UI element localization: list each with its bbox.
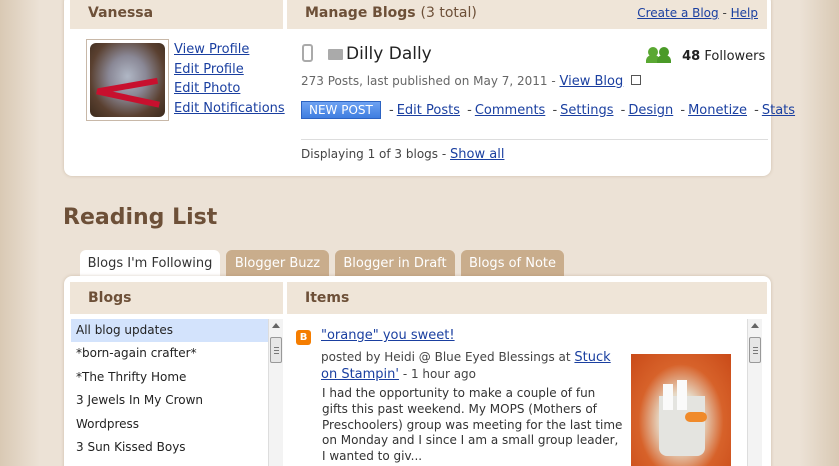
blog-meta: 273 Posts, last published on May 7, 2011… xyxy=(301,74,642,89)
tab-blogger-in-draft[interactable]: Blogger in Draft xyxy=(335,250,455,277)
edit-photo-link[interactable]: Edit Photo xyxy=(174,79,285,99)
external-link-icon[interactable] xyxy=(631,75,642,85)
blogs-column-header: Blogs xyxy=(70,282,283,314)
header-link-separator: - xyxy=(722,6,727,20)
blogs-column-title: Blogs xyxy=(88,290,132,306)
manage-blogs-title: Manage Blogs xyxy=(305,5,416,21)
profile-header: Vanessa xyxy=(70,0,283,29)
followers[interactable]: 48 Followers xyxy=(646,47,766,64)
comments-link[interactable]: Comments xyxy=(475,103,545,118)
tab-blogger-buzz[interactable]: Blogger Buzz xyxy=(226,250,329,277)
edit-profile-link[interactable]: Edit Profile xyxy=(174,60,285,80)
create-blog-link[interactable]: Create a Blog xyxy=(637,6,718,20)
scroll-thumb[interactable] xyxy=(270,337,282,363)
show-all-link[interactable]: Show all xyxy=(450,147,504,162)
monetize-link[interactable]: Monetize xyxy=(688,103,747,118)
followed-blogs-list: All blog updates *born-again crafter* *T… xyxy=(71,319,268,459)
blog-count: (3 total) xyxy=(420,5,477,21)
header-links: Create a Blog - Help xyxy=(637,6,758,20)
edit-notifications-link[interactable]: Edit Notifications xyxy=(174,99,285,119)
followers-label: Followers xyxy=(704,49,766,64)
item-title-link[interactable]: "orange" you sweet! xyxy=(321,328,455,343)
list-item[interactable]: 3 Jewels In My Crown xyxy=(71,389,268,412)
displaying-text: Displaying 1 of 3 blogs - xyxy=(301,147,447,161)
mail-icon[interactable] xyxy=(328,49,343,60)
mobile-phone-icon[interactable] xyxy=(302,44,313,62)
item-time: - 1 hour ago xyxy=(402,367,477,381)
list-item[interactable]: *born-again crafter* xyxy=(71,342,268,365)
stats-link[interactable]: Stats xyxy=(762,103,795,118)
help-link[interactable]: Help xyxy=(731,6,758,20)
reading-list-title: Reading List xyxy=(63,205,218,230)
blog-actions: NEW POST - Edit Posts - Comments - Settings… xyxy=(301,101,798,119)
displaying-status: Displaying 1 of 3 blogs - Show all xyxy=(301,147,504,162)
blogger-icon: B xyxy=(296,330,311,345)
items-column-title: Items xyxy=(305,290,350,306)
list-item[interactable]: 3 Sun Kissed Boys xyxy=(71,436,268,459)
scroll-thumb[interactable] xyxy=(749,337,761,363)
items-scrollbar[interactable] xyxy=(747,319,762,466)
edit-posts-link[interactable]: Edit Posts xyxy=(397,103,460,118)
item-thumbnail[interactable] xyxy=(631,354,731,466)
blogs-scrollbar[interactable] xyxy=(268,319,283,466)
profile-links: View Profile Edit Profile Edit Photo Edi… xyxy=(174,40,285,118)
list-item[interactable]: Wordpress xyxy=(71,413,268,436)
followers-count: 48 xyxy=(682,49,701,64)
item-author: posted by Heidi @ Blue Eyed Blessings at xyxy=(321,350,571,364)
list-item[interactable]: All blog updates xyxy=(71,319,268,343)
scroll-up-icon[interactable] xyxy=(272,323,280,328)
view-blog-link[interactable]: View Blog xyxy=(560,74,624,89)
avatar[interactable] xyxy=(86,39,169,121)
item-byline: posted by Heidi @ Blue Eyed Blessings at… xyxy=(321,349,621,383)
view-profile-link[interactable]: View Profile xyxy=(174,40,285,60)
followers-icon xyxy=(646,47,672,63)
list-item[interactable]: *The Thrifty Home xyxy=(71,366,268,389)
blog-meta-text: 273 Posts, last published on May 7, 2011… xyxy=(301,74,556,88)
profile-name: Vanessa xyxy=(88,5,154,21)
settings-link[interactable]: Settings xyxy=(560,103,613,118)
new-post-button[interactable]: NEW POST xyxy=(301,101,381,119)
blog-title: Dilly Dally xyxy=(346,44,432,64)
avatar-ribbon-2 xyxy=(96,88,160,108)
manage-blogs-header: Manage Blogs (3 total) Create a Blog - H… xyxy=(287,0,767,29)
design-link[interactable]: Design xyxy=(628,103,673,118)
divider xyxy=(301,139,768,140)
items-column-header: Items xyxy=(287,282,767,314)
tab-blogs-of-note[interactable]: Blogs of Note xyxy=(461,250,564,277)
avatar-photo xyxy=(90,43,165,117)
tab-blogs-following[interactable]: Blogs I'm Following xyxy=(80,250,220,278)
scroll-up-icon[interactable] xyxy=(751,323,759,328)
item-snippet: I had the opportunity to make a couple o… xyxy=(322,386,623,464)
